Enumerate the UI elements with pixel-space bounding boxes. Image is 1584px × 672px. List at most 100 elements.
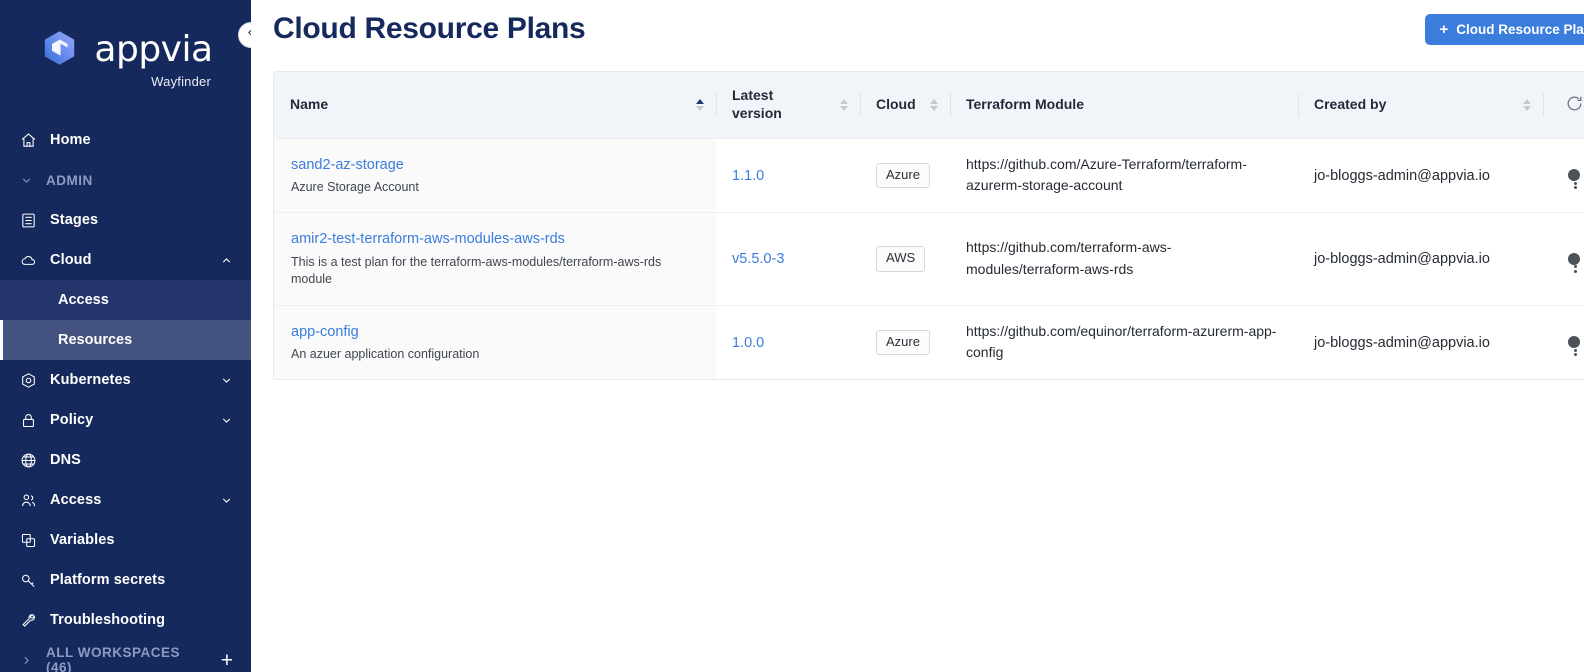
chevron-down-icon bbox=[220, 374, 233, 387]
sidebar-item-troubleshooting[interactable]: Troubleshooting bbox=[0, 600, 251, 640]
chevron-down-icon bbox=[220, 494, 233, 507]
sort-version-icon[interactable] bbox=[840, 98, 848, 111]
add-cloud-resource-plan-button[interactable]: + Cloud Resource Plan bbox=[1425, 13, 1584, 45]
column-header-refresh bbox=[1543, 72, 1584, 138]
cell-cloud: AWS bbox=[860, 213, 950, 305]
terraform-module-url: https://github.com/terraform-aws-modules… bbox=[966, 239, 1172, 277]
sidebar: appvia Wayfinder Home ADMIN Stages Cloud… bbox=[0, 0, 251, 672]
table-row: sand2-az-storage Azure Storage Account 1… bbox=[274, 138, 1584, 213]
sidebar-item-dns[interactable]: DNS bbox=[0, 440, 251, 480]
column-header-latest-version[interactable]: Latest version bbox=[716, 72, 860, 138]
row-menu-button[interactable] bbox=[1543, 168, 1584, 190]
table-row: amir2-test-terraform-aws-modules-aws-rds… bbox=[274, 212, 1584, 306]
cell-created-by: jo-bloggs-admin@appvia.io bbox=[1298, 213, 1543, 305]
sidebar-item-access[interactable]: Access bbox=[0, 480, 251, 520]
column-label: Cloud bbox=[876, 96, 916, 112]
plan-name-link[interactable]: app-config bbox=[291, 322, 700, 342]
cell-version: 1.0.0 bbox=[716, 305, 860, 379]
cell-created-by: jo-bloggs-admin@appvia.io bbox=[1298, 138, 1543, 213]
kebab-menu-icon bbox=[1568, 336, 1580, 357]
cell-version: v5.5.0-3 bbox=[716, 213, 860, 305]
cell-terraform-module: https://github.com/equinor/terraform-azu… bbox=[950, 305, 1298, 379]
column-label: Terraform Module bbox=[966, 96, 1084, 112]
sidebar-subitem-access[interactable]: Access bbox=[0, 280, 251, 320]
stages-icon bbox=[20, 212, 37, 229]
sidebar-item-label: DNS bbox=[50, 452, 81, 468]
sidebar-section-admin[interactable]: ADMIN bbox=[0, 160, 251, 200]
plan-version-link[interactable]: v5.5.0-3 bbox=[732, 251, 784, 267]
appvia-hexagon-logo-icon bbox=[38, 28, 82, 72]
sidebar-nav: Home ADMIN Stages Cloud Access Resources… bbox=[0, 120, 251, 672]
sidebar-subitem-resources[interactable]: Resources bbox=[0, 320, 251, 360]
sidebar-subitem-label: Access bbox=[58, 292, 109, 308]
chevron-right-icon bbox=[20, 654, 33, 667]
table-body: sand2-az-storage Azure Storage Account 1… bbox=[274, 138, 1584, 380]
plan-name-link[interactable]: amir2-test-terraform-aws-modules-aws-rds bbox=[291, 229, 700, 249]
table-header-row: Name Latest version Cloud Terraform Modu… bbox=[274, 72, 1584, 138]
plan-version-link[interactable]: 1.0.0 bbox=[732, 335, 764, 351]
refresh-icon[interactable] bbox=[1565, 94, 1584, 116]
home-icon bbox=[20, 132, 37, 149]
created-by-value: jo-bloggs-admin@appvia.io bbox=[1314, 251, 1490, 268]
add-cloud-resource-plan-label: Cloud Resource Plan bbox=[1456, 21, 1584, 37]
cell-name: amir2-test-terraform-aws-modules-aws-rds… bbox=[274, 212, 716, 306]
sidebar-section-all-workspaces[interactable]: ALL WORKSPACES (46) + bbox=[0, 640, 251, 672]
cell-row-menu bbox=[1543, 213, 1584, 305]
cloud-resource-plans-table: Name Latest version Cloud Terraform Modu… bbox=[273, 71, 1584, 381]
sidebar-item-variables[interactable]: Variables bbox=[0, 520, 251, 560]
cell-name: sand2-az-storage Azure Storage Account bbox=[274, 138, 716, 213]
sidebar-item-policy[interactable]: Policy bbox=[0, 400, 251, 440]
cloud-icon bbox=[20, 252, 37, 269]
plan-version-link[interactable]: 1.1.0 bbox=[732, 168, 764, 184]
kebab-menu-icon bbox=[1568, 169, 1580, 190]
sort-created-by-icon[interactable] bbox=[1523, 98, 1531, 111]
column-header-terraform-module: Terraform Module bbox=[950, 72, 1298, 138]
page-header: Cloud Resource Plans + Cloud Resource Pl… bbox=[251, 0, 1584, 58]
add-workspace-plus-icon[interactable]: + bbox=[221, 650, 233, 671]
column-header-created-by[interactable]: Created by bbox=[1298, 72, 1543, 138]
chevron-down-icon bbox=[220, 414, 233, 427]
lock-icon bbox=[20, 412, 37, 429]
sidebar-item-home[interactable]: Home bbox=[0, 120, 251, 160]
column-label: Latest version bbox=[732, 87, 782, 121]
sidebar-item-label: Access bbox=[50, 492, 102, 508]
sidebar-item-label: Home bbox=[50, 132, 91, 148]
cell-cloud: Azure bbox=[860, 305, 950, 379]
double-chevron-left-icon bbox=[245, 26, 251, 44]
sidebar-item-label: Stages bbox=[50, 212, 99, 228]
sidebar-section-label: ADMIN bbox=[46, 172, 93, 188]
cell-row-menu bbox=[1543, 305, 1584, 379]
row-menu-button[interactable] bbox=[1543, 251, 1584, 273]
cloud-badge: Azure bbox=[876, 329, 930, 356]
sidebar-subitem-label: Resources bbox=[58, 332, 133, 348]
cell-cloud: Azure bbox=[860, 138, 950, 213]
kebab-menu-icon bbox=[1568, 252, 1580, 273]
sort-cloud-icon[interactable] bbox=[930, 98, 938, 111]
plan-description: Azure Storage Account bbox=[291, 179, 419, 194]
main-content: Cloud Resource Plans + Cloud Resource Pl… bbox=[251, 0, 1584, 672]
plan-description: An azuer application configuration bbox=[291, 346, 480, 361]
sidebar-item-stages[interactable]: Stages bbox=[0, 200, 251, 240]
terraform-module-url: https://github.com/equinor/terraform-azu… bbox=[966, 322, 1277, 361]
sidebar-item-kubernetes[interactable]: Kubernetes bbox=[0, 360, 251, 400]
sidebar-item-label: Troubleshooting bbox=[50, 612, 166, 628]
cloud-badge: AWS bbox=[876, 246, 926, 272]
row-menu-button[interactable] bbox=[1543, 335, 1584, 357]
sort-name-icon[interactable] bbox=[696, 98, 704, 111]
column-header-cloud[interactable]: Cloud bbox=[860, 72, 950, 138]
key-icon bbox=[20, 572, 37, 589]
sidebar-item-label: Variables bbox=[50, 532, 115, 548]
column-label: Name bbox=[290, 96, 329, 112]
terraform-module-url: https://github.com/Azure-Terraform/terra… bbox=[966, 155, 1247, 194]
sidebar-item-cloud[interactable]: Cloud bbox=[0, 240, 251, 280]
plan-name-link[interactable]: sand2-az-storage bbox=[291, 155, 700, 175]
table-header: Name Latest version Cloud Terraform Modu… bbox=[274, 72, 1584, 138]
cell-created-by: jo-bloggs-admin@appvia.io bbox=[1298, 305, 1543, 379]
plus-icon: + bbox=[1439, 20, 1449, 38]
column-header-name[interactable]: Name bbox=[274, 72, 716, 138]
globe-icon bbox=[20, 452, 37, 469]
cell-terraform-module: https://github.com/Azure-Terraform/terra… bbox=[950, 138, 1298, 213]
sidebar-item-platform-secrets[interactable]: Platform secrets bbox=[0, 560, 251, 600]
chevron-up-icon bbox=[220, 254, 233, 267]
app-root: appvia Wayfinder Home ADMIN Stages Cloud… bbox=[0, 0, 1584, 672]
